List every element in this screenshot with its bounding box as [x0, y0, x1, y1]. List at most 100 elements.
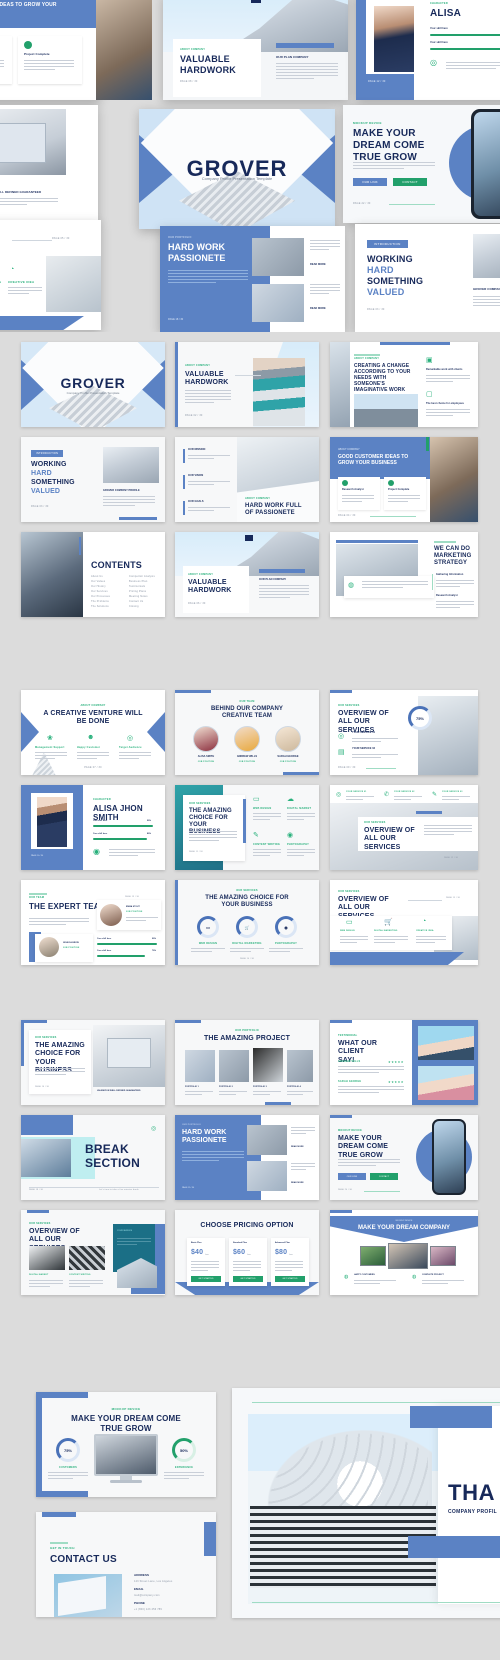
slide-page: PAGE 11 / 30: [189, 851, 203, 853]
slide-overview-services-donut[interactable]: 75% OUR SERVICES OVERVIEW OF ALL OUR SER…: [330, 690, 478, 775]
target-icon: ◎: [127, 735, 134, 742]
slide-we-can-do-marketing-strategy[interactable]: ◍ WE CAN DO MARKETING STRATEGY Gathering…: [330, 532, 478, 617]
slide-the-amazing-project[interactable]: OUR PORTFOLIO THE AMAZING PROJECT PORTFO…: [175, 1020, 319, 1105]
hero-slide-overview-services[interactable]: VIEW OF ALL SERVICES PAGE 05 / 30 ▭ 🛒 ◔ …: [0, 220, 101, 330]
stat-donut: 75%: [56, 1438, 80, 1462]
field-value: mail@company.com: [134, 1594, 160, 1597]
slide-amazing-choice-for-your-business[interactable]: OUR SERVICES THE AMAZING CHOICE FOR YOUR…: [175, 785, 319, 870]
client-name: SARAH GEORGE: [338, 1080, 362, 1083]
title-line: SOMETHING: [31, 479, 75, 486]
get-started-button[interactable]: GET STARTED: [275, 1276, 305, 1282]
hero-slide-grover-cover[interactable]: GROVER Company Profile Presentation Temp…: [139, 109, 335, 229]
slide-eyebrow: ABOUT COMPANY: [354, 357, 380, 360]
read-more-link[interactable]: READ MORE: [310, 263, 326, 267]
slide-valuable-hardwork[interactable]: ABOUT COMPANY VALUABLE HARDWORK PAGE 02 …: [175, 342, 319, 427]
hero-slide-make-your-dream[interactable]: MOCKUP DEVICE MAKE YOUR DREAM COME TRUE …: [343, 105, 500, 223]
contact-button[interactable]: CONTACT: [370, 1173, 398, 1180]
slide-introduction-working[interactable]: INTRODUCTION WORKING HARD SOMETHING VALU…: [21, 437, 165, 522]
hero-service: CREATIVE IDEA: [8, 280, 35, 284]
slide-eyebrow: OUR TEAM: [239, 700, 255, 703]
slide-title: MAKE YOUR DREAM COMPANY: [357, 1225, 451, 1231]
slide-cover-grover[interactable]: GROVER Company Profile Presentation Temp…: [21, 342, 165, 427]
donut-percent: 75%: [415, 715, 424, 721]
slide-eyebrow: MOCKUP DEVICE: [395, 1220, 413, 1222]
slide-what-our-client-say[interactable]: TESTIMONIAL WHAT OUR CLIENT SAY! ANDREW …: [330, 1020, 478, 1105]
slide-a-creative-venture[interactable]: ABOUT COMPANY A CREATIVE VENTURE WILL BE…: [21, 690, 165, 775]
hero-page: PAGE 18 / 30: [168, 318, 184, 321]
pricing-title: CHOOSE PRICING OPTION: [200, 1222, 294, 1229]
our-link-button[interactable]: OUR LINK: [338, 1173, 366, 1180]
hero-page: PAGE 08 / 30: [180, 80, 198, 83]
slide-title: THE AMAZING CHOICE FOR YOUR BUSINESS: [205, 895, 289, 909]
plan-name: Standard Plan: [233, 1242, 247, 1244]
hero-card-label: Project Complete: [24, 52, 50, 56]
read-more-link[interactable]: READ MORE: [310, 307, 326, 311]
contents-item: Meeting Notes: [129, 595, 148, 598]
pricing-card: Standard Plan $60 /mo GET STARTED: [229, 1238, 267, 1286]
hero-eyebrow: MOCKUP DEVICE: [353, 121, 382, 125]
slide-title: CREATING A CHANGE ACCORDING TO YOUR NEED…: [354, 363, 411, 393]
get-started-button[interactable]: GET STARTED: [191, 1276, 221, 1282]
service-label: PHOTOGRAPHY: [287, 843, 310, 846]
slide-hard-work-passionete[interactable]: OUR PORTFOLIO HARD WORK PASSIONETE PAGE …: [175, 1115, 319, 1200]
hero-slide-good-customer-ideas[interactable]: GOOD CUSTOMER IDEAS TO GROW YOUR BUSINES…: [0, 0, 100, 100]
leaf-icon: ◍: [348, 582, 355, 589]
hero-caption: VALIDATION WELL DEFINED GUARANTEED: [0, 190, 42, 194]
slide-overview-services-photos[interactable]: OUR SERVICES OVERVIEW OF ALL OUR SERVICE…: [21, 1210, 165, 1295]
plan-name: Basic Plan: [191, 1242, 202, 1244]
hero-service: DIGITAL MARKETING: [0, 280, 1, 284]
idea-icon: ◔: [10, 266, 15, 273]
service-label: YOUR SERVICE 02: [352, 747, 376, 750]
slide-creating-a-change[interactable]: ABOUT COMPANY CREATING A CHANGE ACCORDIN…: [330, 342, 478, 427]
slide-make-your-dream-stats[interactable]: MOCKUP DEVICE MAKE YOUR DREAM COME TRUE …: [36, 1392, 216, 1497]
cover-brand: GROVER: [60, 375, 126, 391]
service-label: CREATIVE IDEA: [416, 930, 434, 932]
read-more-link[interactable]: READ MORE: [291, 1182, 304, 1184]
hero-slide-alisa[interactable]: PAGE 12 / 30 CHARACTER ALISA Your skill …: [356, 0, 500, 100]
stat-label: CUSTOMERS: [59, 1466, 77, 1469]
slide-make-your-dream-company[interactable]: MOCKUP DEVICE MAKE YOUR DREAM COMPANY ◍ …: [330, 1210, 478, 1295]
introduction-chip: INTRODUCTION: [31, 450, 64, 457]
slide-page: PAGE 07 / 30: [84, 766, 102, 769]
slide-title: THE AMAZING PROJECT: [203, 1035, 290, 1042]
hero-slide-hard-work-passionete[interactable]: OUR PORTFOLIO HARD WORK PASSIONETE PAGE …: [160, 226, 345, 332]
our-link-button[interactable]: OUR LINK: [353, 178, 387, 186]
slide-hard-work-full-of-passionete[interactable]: OUR MISSION OUR VISION OUR GOALS ABOUT C…: [175, 437, 319, 522]
contents-col-1: About Us Our Values Our History Our Serv…: [91, 575, 110, 610]
hero-slide-working-business[interactable]: G ESS VALIDATION WELL DEFINED GUARANTEED: [0, 105, 98, 223]
slide-choose-pricing-option[interactable]: CHOOSE PRICING OPTION Basic Plan $40 /mo…: [175, 1210, 319, 1295]
slide-title: CONTACT US: [50, 1554, 117, 1565]
pencil-icon: ✎: [253, 832, 259, 839]
slide-make-your-dream-come-true-grow[interactable]: MOCKUP DEVICE MAKE YOUR DREAM COME TRUE …: [330, 1115, 478, 1200]
slide-good-customer-ideas[interactable]: ABOUT COMPANY GOOD CUSTOMER IDEAS TO GRO…: [330, 437, 478, 522]
slide-contact-us[interactable]: GET IN TOUCH CONTACT US ADDRESS 123 Stre…: [36, 1512, 216, 1617]
skill-label: Your skill here: [97, 938, 112, 940]
hero-slide-introduction-working[interactable]: INTRODUCTION WORKING HARD SOMETHING VALU…: [355, 224, 500, 332]
service-label: YOUR SERVICE 03: [442, 791, 463, 793]
service-label: WEB DESIGN: [340, 930, 355, 932]
slide-alisa-jhon-smith[interactable]: PAGE 10 / 30 CHARACTER ALISA JHON SMITH …: [21, 785, 165, 870]
title-line: VALUED: [31, 488, 61, 495]
slide-contents[interactable]: CONTENTS About Us Our Values Our History…: [21, 532, 165, 617]
slide-behind-our-company-creative-team[interactable]: OUR TEAM BEHIND OUR COMPANY CREATIVE TEA…: [175, 690, 319, 775]
monitor-icon: ▭: [206, 924, 210, 930]
slide-eyebrow: ABOUT COMPANY: [338, 448, 360, 451]
slide-eyebrow: MOCKUP DEVICE: [338, 1129, 362, 1132]
slide-overview-services-desk[interactable]: ◎ YOUR SERVICE 01 ✆ YOUR SERVICE 02 ✎ YO…: [330, 785, 478, 870]
contents-item: Closing: [129, 605, 139, 608]
slide-break-section[interactable]: BREAK SECTION ◎ PAGE 18 / 30 Let's time …: [21, 1115, 165, 1200]
slide-page: PAGE 03 / 30: [31, 505, 49, 508]
read-more-link[interactable]: READ MORE: [291, 1146, 304, 1148]
portfolio-label: PORTFOLIO 1: [185, 1086, 199, 1088]
slide-valuable-hardwork-photo[interactable]: ABOUT COMPANY VALUABLE HARDWORK PAGE 06 …: [175, 532, 319, 617]
get-started-button[interactable]: GET STARTED: [233, 1276, 263, 1282]
feature-label: Happy Customer: [77, 746, 101, 749]
contents-item: Contact Us: [129, 600, 144, 603]
slide-thank-you[interactable]: THA COMPANY PROFIL: [232, 1388, 500, 1618]
slide-amazing-choice-tablet[interactable]: OUR SERVICES THE AMAZING CHOICE FOR YOUR…: [21, 1020, 165, 1105]
skill-value: 90%: [147, 820, 152, 822]
hero-slide-valuable-hardwork[interactable]: ABOUT COMPANY VALUABLE HARDWORK PAGE 08 …: [163, 0, 348, 100]
slide-eyebrow: CHARACTER: [93, 798, 111, 801]
medal-icon: ◎: [151, 1126, 157, 1132]
contact-button[interactable]: CONTACT: [393, 178, 427, 186]
